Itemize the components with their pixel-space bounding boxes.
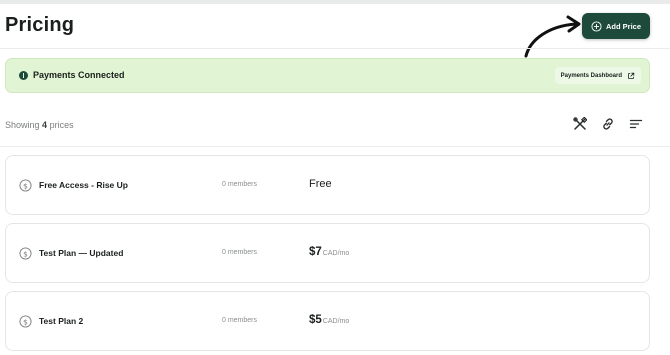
price-count: 4	[42, 120, 48, 130]
price-amount: $5CAD/mo	[309, 314, 350, 326]
price-unit: CAD/mo	[322, 250, 350, 257]
crossed-tools-icon	[573, 116, 588, 130]
link-icon	[603, 118, 613, 130]
payments-banner: Payments Connected Payments Dashboard	[5, 58, 650, 93]
add-price-button[interactable]: Add Price	[582, 13, 650, 39]
svg-text:$: $	[23, 181, 28, 190]
dollar-coin-icon: $	[19, 179, 32, 192]
pointer-arrow-icon	[524, 15, 581, 58]
payments-status: Payments Connected	[33, 70, 125, 80]
list-divider	[0, 146, 670, 147]
price-row-test-plan-updated[interactable]: $ Test Plan — Updated 0 members $7CAD/mo	[5, 223, 650, 283]
link-button[interactable]	[601, 117, 617, 133]
member-count: 0 members	[222, 317, 258, 324]
payments-dashboard-button[interactable]: Payments Dashboard	[554, 67, 641, 84]
price-amount: Free	[309, 178, 332, 190]
dollar-coin-icon: $	[19, 315, 32, 328]
info-icon	[19, 71, 28, 80]
price-row-free-access[interactable]: $ Free Access - Rise Up 0 members Free	[5, 155, 650, 215]
add-price-label: Add Price	[605, 21, 641, 31]
svg-text:$: $	[23, 249, 28, 258]
price-row-test-plan-2[interactable]: $ Test Plan 2 0 members $5CAD/mo	[5, 291, 650, 351]
dollar-coin-icon: $	[19, 247, 32, 260]
tools-button[interactable]	[573, 116, 589, 133]
sort-button[interactable]	[629, 117, 645, 133]
svg-text:$: $	[23, 317, 28, 326]
top-strip	[0, 0, 670, 4]
page-title: Pricing	[5, 14, 75, 36]
header-divider	[0, 48, 670, 49]
member-count: 0 members	[222, 181, 258, 188]
plus-circle-icon	[591, 20, 602, 32]
member-count: 0 members	[222, 249, 258, 256]
sort-lines-icon	[629, 119, 643, 129]
price-name: Free Access - Rise Up	[39, 180, 128, 190]
price-unit: CAD/mo	[322, 318, 350, 325]
price-name: Test Plan — Updated	[39, 248, 124, 258]
showing-count: Showing 4 prices	[5, 120, 74, 130]
price-amount: $7CAD/mo	[309, 246, 350, 258]
payments-dashboard-label: Payments Dashboard	[560, 72, 622, 79]
price-name: Test Plan 2	[39, 316, 84, 326]
external-link-icon	[628, 72, 635, 79]
